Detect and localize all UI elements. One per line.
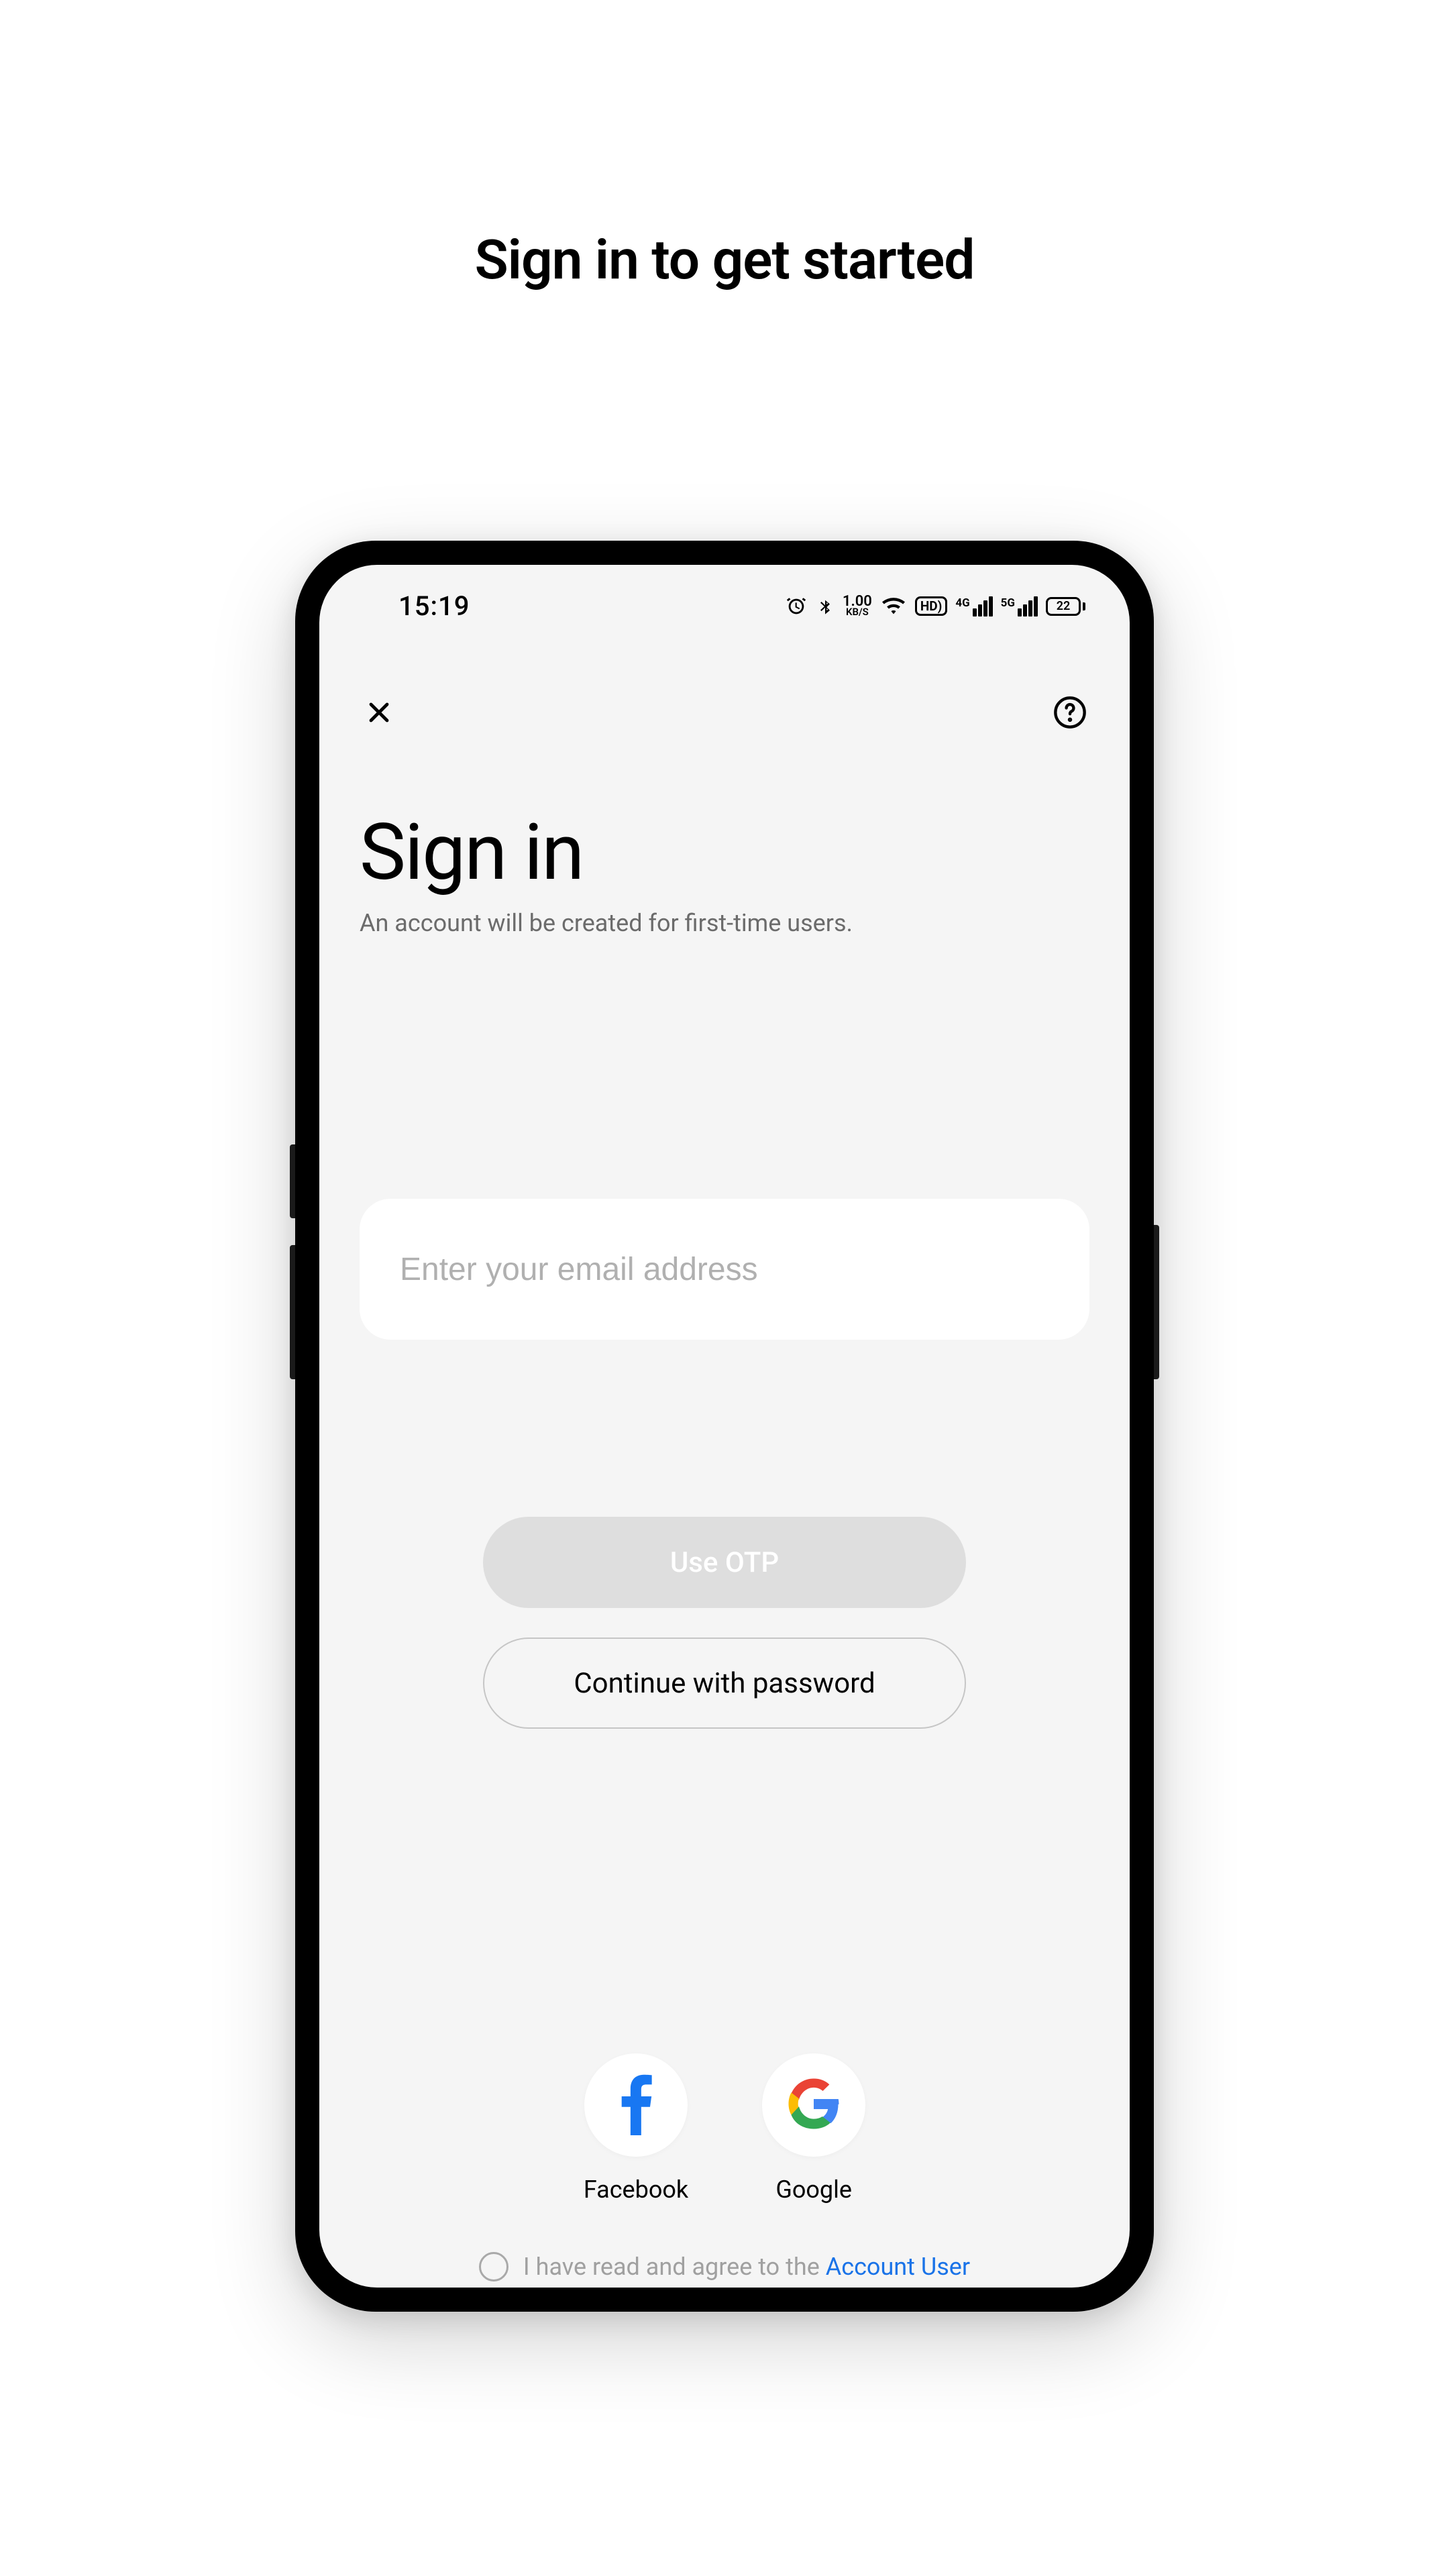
agreement-link[interactable]: Account User [826, 2253, 970, 2281]
signal-bar [1034, 596, 1038, 616]
facebook-icon [616, 2072, 656, 2138]
signin-subtitle: An account will be created for first-tim… [360, 909, 1089, 937]
signin-title: Sign in [360, 807, 1089, 898]
email-input[interactable] [360, 1199, 1089, 1340]
page-title: Sign in to get started [475, 228, 975, 292]
status-icons: 1.00 KB/S HD) 4G 5G [785, 595, 1085, 618]
data-rate-indicator: 1.00 KB/S [843, 596, 872, 616]
signal-bar [1028, 600, 1032, 616]
google-label: Google [775, 2176, 852, 2204]
signal-4g: 4G [955, 596, 992, 616]
signal-5g: 5G [1001, 596, 1038, 616]
signal-bar [978, 604, 982, 616]
close-icon [363, 696, 395, 731]
agreement-row: I have read and agree to the Account Use… [360, 2252, 1089, 2282]
help-icon [1053, 695, 1087, 733]
signal-bar [973, 608, 977, 616]
signal-bar [983, 600, 987, 616]
use-otp-button[interactable]: Use OTP [483, 1517, 966, 1608]
facebook-signin[interactable]: Facebook [584, 2053, 688, 2204]
facebook-label: Facebook [584, 2176, 688, 2204]
phone-screen: 15:19 1.00 KB/S HD) 4G [319, 565, 1130, 2288]
battery-indicator: 22 [1046, 597, 1085, 616]
phone-frame: 15:19 1.00 KB/S HD) 4G [295, 541, 1154, 2312]
battery-tip [1083, 602, 1085, 610]
help-button[interactable] [1051, 694, 1089, 733]
header-row [319, 634, 1130, 733]
wifi-icon [880, 595, 907, 618]
side-button-left-1 [290, 1144, 295, 1218]
signal-bar [989, 596, 993, 616]
hd-badge: HD) [915, 596, 947, 616]
signal-bar [1023, 604, 1027, 616]
social-row: Facebook Google [360, 2053, 1089, 2204]
agreement-text: I have read and agree to the Account Use… [523, 2253, 970, 2281]
alarm-icon [785, 595, 808, 618]
bluetooth-icon [816, 595, 835, 618]
facebook-circle [584, 2053, 688, 2157]
google-circle [762, 2053, 865, 2157]
google-icon [787, 2077, 841, 2133]
signal-5g-label: 5G [1001, 596, 1015, 610]
data-rate-unit: KB/S [846, 608, 869, 616]
side-button-left-2 [290, 1245, 295, 1379]
signal-bar [1018, 608, 1022, 616]
battery-level: 22 [1057, 599, 1071, 613]
continue-password-button[interactable]: Continue with password [483, 1638, 966, 1729]
status-time: 15:19 [398, 590, 470, 622]
side-button-right [1154, 1225, 1159, 1379]
google-signin[interactable]: Google [762, 2053, 865, 2204]
agreement-prefix: I have read and agree to the [523, 2253, 826, 2281]
content-area: Sign in An account will be created for f… [319, 733, 1130, 2288]
status-bar: 15:19 1.00 KB/S HD) 4G [319, 565, 1130, 634]
battery-body: 22 [1046, 597, 1081, 616]
close-button[interactable] [360, 694, 398, 733]
signal-4g-label: 4G [955, 596, 969, 610]
agreement-radio[interactable] [479, 2252, 508, 2282]
